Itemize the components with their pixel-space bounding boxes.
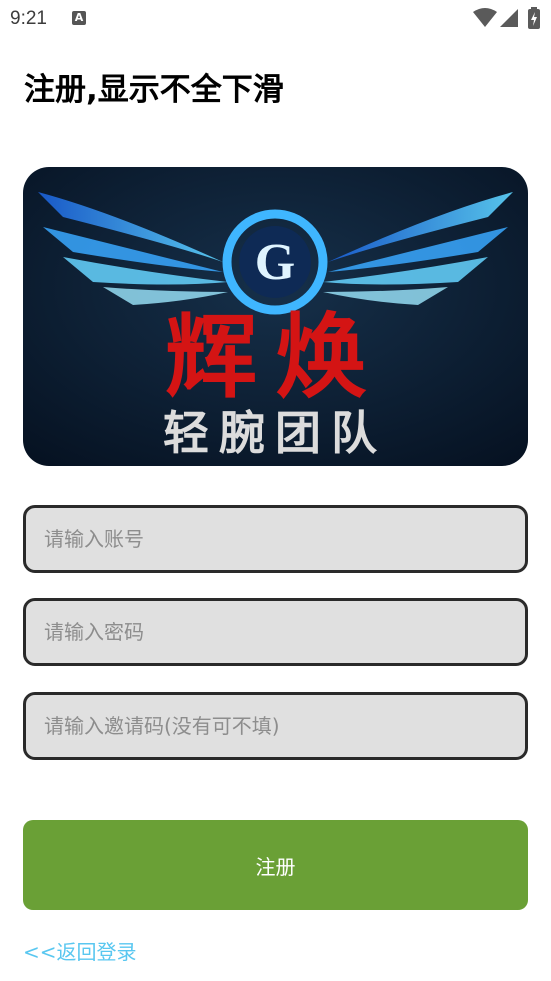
svg-text:G: G bbox=[255, 234, 295, 291]
password-input[interactable] bbox=[26, 601, 525, 663]
account-field[interactable] bbox=[23, 505, 528, 573]
account-input[interactable] bbox=[26, 508, 525, 570]
register-button[interactable]: 注册 bbox=[23, 820, 528, 910]
status-time: 9:21 bbox=[10, 8, 47, 29]
page-title: 注册,显示不全下滑 bbox=[24, 72, 284, 108]
logo-brand-text: 辉焕 bbox=[165, 303, 385, 411]
notification-a-icon: A bbox=[72, 11, 86, 25]
signal-icon bbox=[500, 9, 518, 27]
back-to-login-link[interactable]: <<返回登录 bbox=[23, 936, 137, 965]
invite-code-input[interactable] bbox=[26, 695, 525, 757]
password-field[interactable] bbox=[23, 598, 528, 666]
team-logo-image: G 辉焕 轻腕团队 bbox=[23, 167, 528, 466]
battery-icon bbox=[528, 7, 540, 29]
logo-team-text: 轻腕团队 bbox=[163, 406, 387, 460]
wifi-icon bbox=[473, 8, 497, 27]
status-bar: 9:21 A bbox=[0, 0, 551, 38]
invite-code-field[interactable] bbox=[23, 692, 528, 760]
